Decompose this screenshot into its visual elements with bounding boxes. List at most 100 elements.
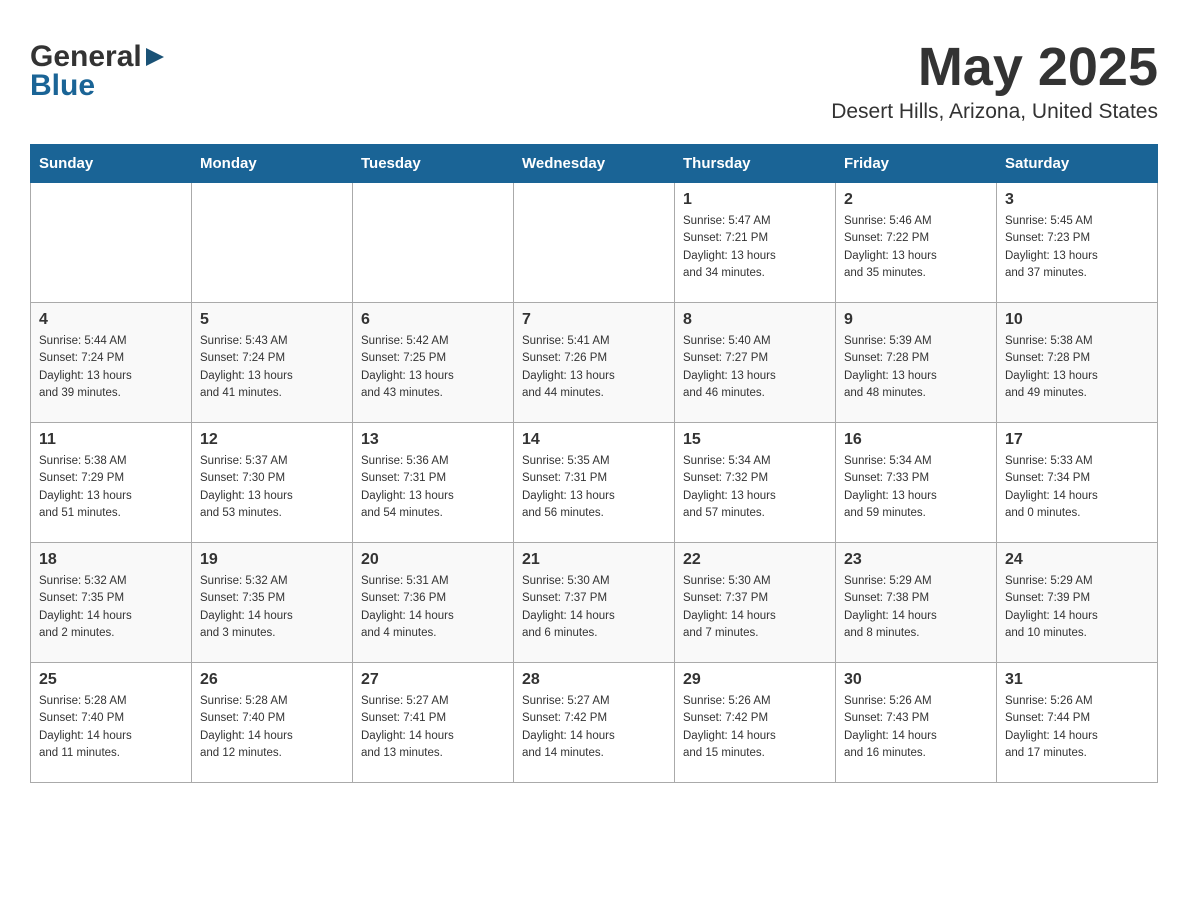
header-right: May 2025 Desert Hills, Arizona, United S… — [847, 0, 1158, 20]
table-row: 29Sunrise: 5:26 AM Sunset: 7:42 PM Dayli… — [675, 663, 836, 783]
day-info: Sunrise: 5:33 AM Sunset: 7:34 PM Dayligh… — [1005, 453, 1149, 522]
table-row: 25Sunrise: 5:28 AM Sunset: 7:40 PM Dayli… — [31, 663, 192, 783]
table-row: 23 Sunrise: 5:29 AM Sunset: 7:38 PM Dayli… — [836, 543, 997, 663]
day-number: 27 — [361, 671, 505, 689]
day-info: Sunrise: 5:38 AM Sunset: 7:28 PM Dayligh… — [1005, 333, 1149, 402]
day-info: Sunrise: 5:29 AM Sunset: 7:39 PM Dayligh… — [1005, 573, 1149, 642]
day-number: 1 — [683, 191, 827, 209]
calendar-location: Desert Hills, Arizona, United States — [831, 100, 1158, 124]
col-wednesday: Wednesday — [514, 145, 675, 183]
day-info: Sunrise: 5:29 AM Sunset: 7:38 PM Dayligh… — [844, 573, 988, 642]
table-row: 13 Sunrise: 5:36 AM Sunset: 7:31 PM Dayli… — [353, 423, 514, 543]
day-info: Sunrise: 5:36 AM Sunset: 7:31 PM Dayligh… — [361, 453, 505, 522]
day-info: Sunrise: 5:27 AM Sunset: 7:42 PM Dayligh… — [522, 693, 666, 762]
table-row: 1 Sunrise: 5:47 AM Sunset: 7:21 PM Daylig… — [675, 183, 836, 303]
logo-blue-label: Blue — [30, 69, 167, 103]
day-info: Sunrise: 5:32 AM Sunset: 7:35 PM Dayligh… — [39, 573, 183, 642]
day-info: Sunrise: 5:44 AM Sunset: 7:24 PM Dayligh… — [39, 333, 183, 402]
calendar-week-3: 11 Sunrise: 5:38 AM Sunset: 7:29 PM Dayli… — [31, 423, 1158, 543]
day-info: Sunrise: 5:34 AM Sunset: 7:32 PM Dayligh… — [683, 453, 827, 522]
table-row — [31, 183, 192, 303]
day-number: 16 — [844, 431, 988, 449]
day-info: Sunrise: 5:34 AM Sunset: 7:33 PM Dayligh… — [844, 453, 988, 522]
table-row: 7Sunrise: 5:41 AM Sunset: 7:26 PM Daylig… — [514, 303, 675, 423]
table-row: 15Sunrise: 5:34 AM Sunset: 7:32 PM Dayli… — [675, 423, 836, 543]
day-info: Sunrise: 5:26 AM Sunset: 7:44 PM Dayligh… — [1005, 693, 1149, 762]
table-row: 3 Sunrise: 5:45 AM Sunset: 7:23 PM Daylig… — [997, 183, 1158, 303]
table-row — [514, 183, 675, 303]
table-row: 18 Sunrise: 5:32 AM Sunset: 7:35 PM Dayli… — [31, 543, 192, 663]
col-tuesday: Tuesday — [353, 145, 514, 183]
day-info: Sunrise: 5:26 AM Sunset: 7:43 PM Dayligh… — [844, 693, 988, 762]
table-row: 22 Sunrise: 5:30 AM Sunset: 7:37 PM Dayli… — [675, 543, 836, 663]
day-number: 31 — [1005, 671, 1149, 689]
table-row: 30 Sunrise: 5:26 AM Sunset: 7:43 PM Dayli… — [836, 663, 997, 783]
table-row: 11 Sunrise: 5:38 AM Sunset: 7:29 PM Dayli… — [31, 423, 192, 543]
calendar-title: May 2025 — [831, 40, 1158, 94]
day-info: Sunrise: 5:39 AM Sunset: 7:28 PM Dayligh… — [844, 333, 988, 402]
real-header: General Blue May 2025 Desert Hills, Ariz… — [30, 40, 1158, 124]
day-info: Sunrise: 5:41 AM Sunset: 7:26 PM Dayligh… — [522, 333, 666, 402]
table-row: 5Sunrise: 5:43 AM Sunset: 7:24 PM Daylig… — [192, 303, 353, 423]
day-number: 2 — [844, 191, 988, 209]
table-row: 24 Sunrise: 5:29 AM Sunset: 7:39 PM Dayli… — [997, 543, 1158, 663]
day-number: 22 — [683, 551, 827, 569]
day-number: 23 — [844, 551, 988, 569]
day-number: 17 — [1005, 431, 1149, 449]
day-info: Sunrise: 5:46 AM Sunset: 7:22 PM Dayligh… — [844, 213, 988, 282]
day-info: Sunrise: 5:26 AM Sunset: 7:42 PM Dayligh… — [683, 693, 827, 762]
calendar-week-1: 1 Sunrise: 5:47 AM Sunset: 7:21 PM Daylig… — [31, 183, 1158, 303]
table-row: 6 Sunrise: 5:42 AM Sunset: 7:25 PM Daylig… — [353, 303, 514, 423]
col-thursday: Thursday — [675, 145, 836, 183]
day-number: 4 — [39, 311, 183, 329]
day-number: 18 — [39, 551, 183, 569]
calendar-table: Sunday Monday Tuesday Wednesday Thursday… — [30, 144, 1158, 783]
table-row: 20 Sunrise: 5:31 AM Sunset: 7:36 PM Dayli… — [353, 543, 514, 663]
day-number: 24 — [1005, 551, 1149, 569]
table-row: 10 Sunrise: 5:38 AM Sunset: 7:28 PM Dayli… — [997, 303, 1158, 423]
day-info: Sunrise: 5:32 AM Sunset: 7:35 PM Dayligh… — [200, 573, 344, 642]
table-row: 4 Sunrise: 5:44 AM Sunset: 7:24 PM Daylig… — [31, 303, 192, 423]
table-row: 9 Sunrise: 5:39 AM Sunset: 7:28 PM Daylig… — [836, 303, 997, 423]
col-saturday: Saturday — [997, 145, 1158, 183]
day-number: 26 — [200, 671, 344, 689]
table-row: 31 Sunrise: 5:26 AM Sunset: 7:44 PM Dayli… — [997, 663, 1158, 783]
day-info: Sunrise: 5:38 AM Sunset: 7:29 PM Dayligh… — [39, 453, 183, 522]
day-info: Sunrise: 5:40 AM Sunset: 7:27 PM Dayligh… — [683, 333, 827, 402]
table-row: 26Sunrise: 5:28 AM Sunset: 7:40 PM Dayli… — [192, 663, 353, 783]
table-row: 14Sunrise: 5:35 AM Sunset: 7:31 PM Dayli… — [514, 423, 675, 543]
col-monday: Monday — [192, 145, 353, 183]
table-row — [192, 183, 353, 303]
day-info: Sunrise: 5:30 AM Sunset: 7:37 PM Dayligh… — [522, 573, 666, 642]
day-info: Sunrise: 5:45 AM Sunset: 7:23 PM Dayligh… — [1005, 213, 1149, 282]
table-row: 17 Sunrise: 5:33 AM Sunset: 7:34 PM Dayli… — [997, 423, 1158, 543]
calendar-week-2: 4 Sunrise: 5:44 AM Sunset: 7:24 PM Daylig… — [31, 303, 1158, 423]
day-number: 11 — [39, 431, 183, 449]
day-number: 10 — [1005, 311, 1149, 329]
calendar-header-row: Sunday Monday Tuesday Wednesday Thursday… — [31, 145, 1158, 183]
location-subtitle: Desert Hills, Arizona, United States — [847, 0, 1158, 20]
logo-container: General Blue — [30, 40, 167, 103]
day-info: Sunrise: 5:47 AM Sunset: 7:21 PM Dayligh… — [683, 213, 827, 282]
title-block: May 2025 Desert Hills, Arizona, United S… — [831, 40, 1158, 124]
day-number: 20 — [361, 551, 505, 569]
table-row: 16 Sunrise: 5:34 AM Sunset: 7:33 PM Dayli… — [836, 423, 997, 543]
day-info: Sunrise: 5:30 AM Sunset: 7:37 PM Dayligh… — [683, 573, 827, 642]
col-sunday: Sunday — [31, 145, 192, 183]
table-row: 8 Sunrise: 5:40 AM Sunset: 7:27 PM Daylig… — [675, 303, 836, 423]
day-info: Sunrise: 5:43 AM Sunset: 7:24 PM Dayligh… — [200, 333, 344, 402]
day-number: 30 — [844, 671, 988, 689]
table-row: 2 Sunrise: 5:46 AM Sunset: 7:22 PM Daylig… — [836, 183, 997, 303]
day-number: 3 — [1005, 191, 1149, 209]
day-info: Sunrise: 5:31 AM Sunset: 7:36 PM Dayligh… — [361, 573, 505, 642]
table-row: 21Sunrise: 5:30 AM Sunset: 7:37 PM Dayli… — [514, 543, 675, 663]
day-number: 13 — [361, 431, 505, 449]
day-info: Sunrise: 5:42 AM Sunset: 7:25 PM Dayligh… — [361, 333, 505, 402]
day-number: 9 — [844, 311, 988, 329]
logo-triangle-icon — [144, 46, 166, 68]
table-row: 27Sunrise: 5:27 AM Sunset: 7:41 PM Dayli… — [353, 663, 514, 783]
day-number: 6 — [361, 311, 505, 329]
day-number: 25 — [39, 671, 183, 689]
table-row: 28Sunrise: 5:27 AM Sunset: 7:42 PM Dayli… — [514, 663, 675, 783]
day-number: 8 — [683, 311, 827, 329]
